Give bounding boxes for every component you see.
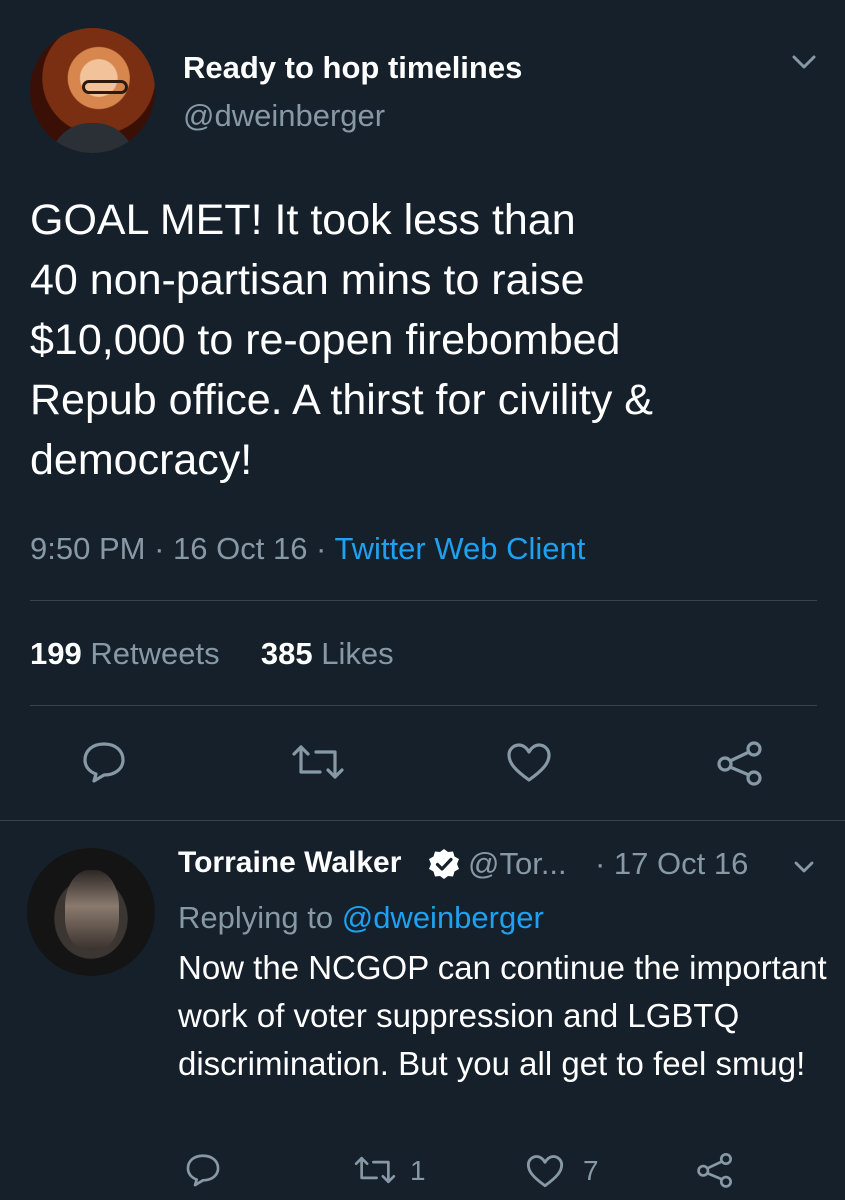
divider	[30, 705, 817, 706]
replying-to: Replying to @dweinberger	[178, 900, 544, 936]
author-display-name[interactable]: Ready to hop timelines	[183, 50, 522, 86]
retweet-icon[interactable]	[290, 742, 346, 782]
avatar-face	[65, 870, 119, 950]
tweet-stats: 199 Retweets 385 Likes	[30, 636, 394, 672]
reply-text: Now the NCGOP can continue the important…	[178, 949, 827, 1082]
reply-like-count: 7	[583, 1155, 599, 1186]
tweet-separator	[0, 820, 845, 821]
retweet-icon[interactable]	[353, 1154, 397, 1186]
retweets-label: Retweets	[90, 636, 220, 671]
verified-badge-icon	[429, 849, 459, 879]
retweets-count: 199	[30, 636, 82, 671]
replying-to-link[interactable]: @dweinberger	[342, 900, 544, 935]
author-avatar[interactable]	[30, 28, 155, 153]
reply-retweet-count: 1	[410, 1155, 426, 1186]
share-icon[interactable]	[696, 1152, 734, 1188]
tweet-date: 16 Oct 16	[173, 531, 308, 566]
reply-icon[interactable]	[184, 1152, 222, 1188]
divider	[30, 600, 817, 601]
reply-avatar[interactable]	[27, 848, 155, 976]
chevron-down-icon[interactable]	[790, 50, 818, 74]
meta-separator: ·	[145, 531, 174, 566]
reply-display-name[interactable]: Torraine Walker	[178, 846, 401, 880]
avatar-glasses	[82, 80, 128, 94]
reply-icon[interactable]	[80, 740, 128, 784]
replying-prefix: Replying to	[178, 900, 342, 935]
heart-icon[interactable]	[525, 1154, 565, 1189]
tweet-time: 9:50 PM	[30, 531, 146, 566]
share-icon[interactable]	[716, 740, 764, 786]
likes-label: Likes	[321, 636, 394, 671]
meta-separator: ·	[307, 531, 335, 566]
tweet-text: GOAL MET! It took less than 40 non-parti…	[30, 196, 653, 484]
likes-count: 385	[260, 636, 313, 671]
author-handle[interactable]: @dweinberger	[183, 98, 385, 134]
client-link[interactable]: Twitter Web Client	[334, 531, 585, 566]
retweets-stat[interactable]: 199 Retweets	[30, 636, 220, 671]
heart-icon[interactable]	[505, 742, 553, 784]
likes-stat[interactable]: 385 Likes	[261, 636, 394, 671]
reply-date[interactable]: · 17 Oct 16	[595, 846, 748, 882]
avatar-shirt	[50, 123, 135, 153]
reply-handle[interactable]: @Tor...	[468, 846, 567, 882]
tweet-meta: 9:50 PM · 16 Oct 16 · Twitter Web Client	[30, 531, 585, 567]
chevron-down-icon[interactable]	[793, 858, 815, 876]
